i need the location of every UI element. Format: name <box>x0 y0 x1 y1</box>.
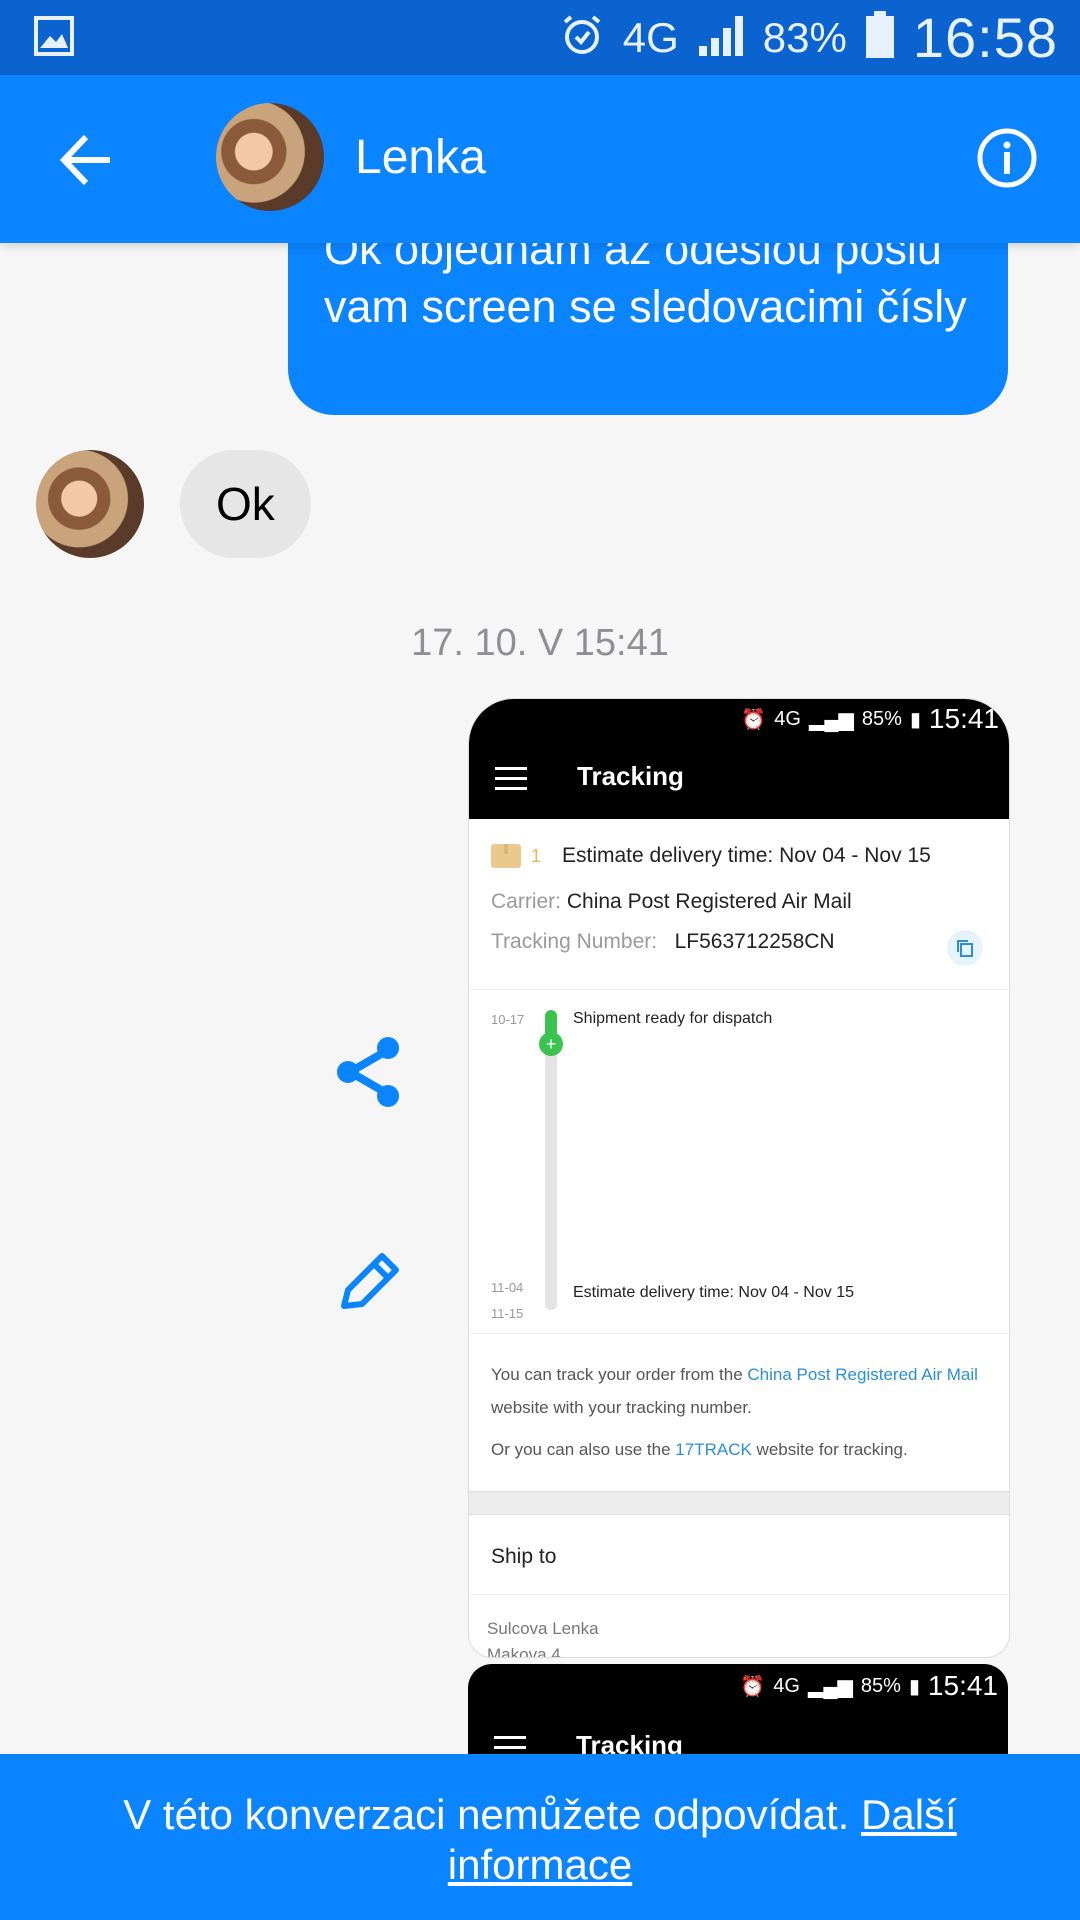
tracking-note-text: You can track your order from the China … <box>491 1358 987 1424</box>
note-text: website for tracking. <box>751 1440 908 1459</box>
attachment-status-bar: ⏰ 4G ▂▄▆ 85% ▮ 15:41 <box>740 1670 998 1702</box>
alarm-icon <box>559 12 605 63</box>
battery-percent: 83% <box>762 13 847 61</box>
edit-button[interactable] <box>334 1246 404 1316</box>
ship-to-label: Ship to <box>491 1545 557 1568</box>
clock: 16:58 <box>912 6 1058 69</box>
share-button[interactable] <box>330 1034 406 1110</box>
banner-text: V této konverzaci nemůžete odpovídat. <box>123 1791 862 1838</box>
battery-icon: ▮ <box>908 1675 920 1698</box>
share-icon <box>337 1037 399 1107</box>
plus-circle-icon: + <box>539 1032 563 1056</box>
conversation-header: Lenka <box>0 75 1080 243</box>
divider <box>469 1594 1009 1595</box>
ship-address: Makova 4 <box>487 1645 561 1658</box>
cannot-reply-banner: V této konverzaci nemůžete odpovídat. Da… <box>0 1754 1080 1920</box>
tracking-timeline: 10-17 + Shipment ready for dispatch 11-0… <box>469 989 1009 1332</box>
copy-icon <box>947 930 983 966</box>
tracking-number: LF563712258CN <box>674 930 835 953</box>
contact-name[interactable]: Lenka <box>355 130 486 185</box>
timeline-date: 11-15 <box>491 1306 524 1321</box>
tracking-note: You can track your order from the China … <box>469 1333 1009 1492</box>
package-count: 1 <box>531 845 542 866</box>
carrier-row: Carrier: China Post Registered Air Mail <box>491 890 852 914</box>
edit-icon <box>341 1253 399 1309</box>
network-type: 4G <box>773 1674 800 1697</box>
back-button[interactable] <box>52 125 122 195</box>
package-icon <box>491 844 521 868</box>
tracking-note-text-2: Or you can also use the 17TRACK website … <box>491 1440 908 1460</box>
info-button[interactable] <box>976 127 1038 189</box>
17track-link: 17TRACK <box>675 1440 752 1459</box>
tracking-label: Tracking Number: <box>491 930 658 953</box>
timeline-event: Shipment ready for dispatch <box>573 1010 773 1027</box>
battery-percent: 85% <box>860 1674 901 1697</box>
arrow-left-icon <box>59 134 110 186</box>
network-type: 4G <box>774 707 801 730</box>
gallery-icon <box>34 16 74 61</box>
signal-icon: ▂▄▆ <box>807 1675 853 1698</box>
note-text: website with your tracking number. <box>491 1398 752 1417</box>
attachment-status-bar: ⏰ 4G ▂▄▆ 85% ▮ 15:41 <box>469 699 1009 739</box>
tracking-number-row: Tracking Number: LF563712258CN <box>491 930 835 954</box>
battery-icon <box>865 11 895 64</box>
incoming-message-bubble[interactable]: Ok <box>180 450 311 558</box>
carrier-label: Carrier: <box>491 890 562 913</box>
info-icon <box>977 128 1037 188</box>
attachment-title: Tracking <box>577 761 684 791</box>
carrier-link: China Post Registered Air Mail <box>747 1365 978 1384</box>
timeline-date: 10-17 <box>491 1012 525 1027</box>
clock: 15:41 <box>928 703 999 734</box>
timeline-event: Estimate delivery time: Nov 04 - Nov 15 <box>573 1284 854 1301</box>
sender-avatar[interactable] <box>36 450 144 558</box>
carrier-value: China Post Registered Air Mail <box>566 890 852 913</box>
message-timestamp: 17. 10. V 15:41 <box>411 622 669 664</box>
note-text: You can track your order from the <box>491 1365 748 1384</box>
estimate-delivery: Estimate delivery time: Nov 04 - Nov 15 <box>562 844 931 867</box>
clock: 15:41 <box>927 1670 998 1701</box>
alarm-icon: ⏰ <box>741 708 767 731</box>
status-bar: 4G 83% 16:58 <box>0 0 1080 75</box>
note-text: Or you can also use the <box>491 1440 676 1459</box>
timeline-date: 11-04 <box>491 1280 524 1295</box>
battery-icon: ▮ <box>909 708 921 731</box>
alarm-icon: ⏰ <box>740 1675 766 1698</box>
attachment-app-bar: Tracking <box>469 739 1009 819</box>
contact-avatar[interactable] <box>216 103 324 211</box>
ship-name: Sulcova Lenka <box>487 1619 599 1638</box>
section-divider <box>469 1491 1009 1515</box>
menu-icon <box>495 767 527 790</box>
battery-percent: 85% <box>861 707 902 730</box>
signal-icon: ▂▄▆ <box>808 708 854 731</box>
tracking-screenshot-attachment[interactable]: ⏰ 4G ▂▄▆ 85% ▮ 15:41 Tracking 1 Estimate… <box>468 698 1010 1658</box>
network-type: 4G <box>622 13 679 61</box>
signal-icon <box>697 12 745 63</box>
